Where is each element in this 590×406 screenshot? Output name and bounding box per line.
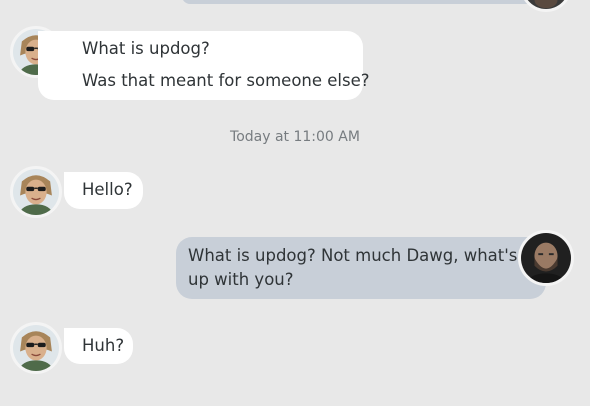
message-bubble-incoming[interactable]: Hello? (64, 172, 143, 209)
woman-sunglasses-avatar-icon (13, 169, 59, 215)
message-text: Hello? (82, 180, 133, 199)
message-bubble-outgoing-partial[interactable] (182, 0, 544, 4)
chat-window: What is updog? Was that meant for someon… (0, 0, 590, 406)
friend-avatar[interactable] (10, 166, 62, 218)
friend-avatar[interactable] (10, 322, 62, 374)
message-bubble-incoming[interactable]: Huh? (64, 328, 133, 364)
my-avatar[interactable] (518, 230, 574, 286)
message-bubble-incoming[interactable]: What is updog? Was that meant for someon… (38, 31, 370, 100)
message-text: Huh? (82, 336, 125, 355)
message-bubble-outgoing[interactable]: What is updog? Not much Dawg, what's up … (176, 237, 546, 299)
my-avatar-partial[interactable] (520, 0, 572, 12)
man-avatar-icon (523, 0, 569, 9)
timestamp-divider: Today at 11:00 AM (230, 129, 360, 145)
message-text: What is updog? Not much Dawg, what's (188, 246, 518, 265)
message-text: What is updog? (82, 39, 210, 58)
man-bearded-avatar-icon (521, 233, 571, 283)
message-text: up with you? (188, 270, 294, 289)
message-text: Was that meant for someone else? (82, 71, 370, 90)
woman-sunglasses-avatar-icon (13, 325, 59, 371)
